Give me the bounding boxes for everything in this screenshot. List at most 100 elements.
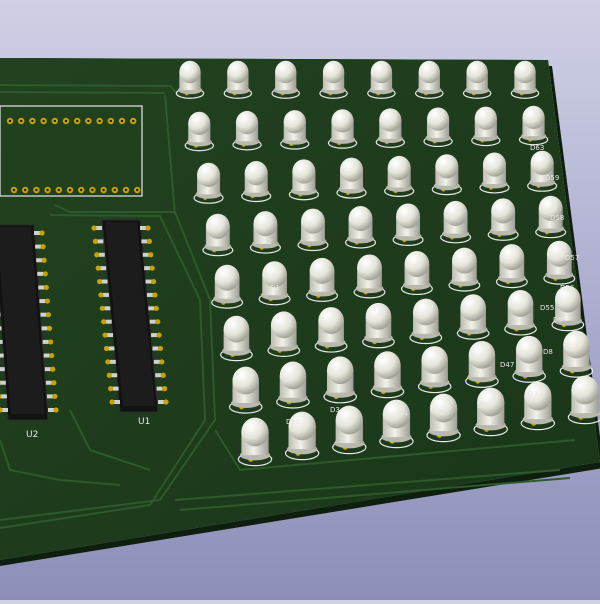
led[interactable] <box>410 299 442 344</box>
ic-pad <box>159 359 164 364</box>
led[interactable] <box>521 382 554 430</box>
led[interactable] <box>315 307 347 352</box>
ic-pin <box>97 239 103 243</box>
led[interactable] <box>238 418 271 466</box>
led[interactable] <box>560 331 592 377</box>
led[interactable] <box>221 316 253 361</box>
pad-hole <box>102 189 104 191</box>
ic-pin <box>147 293 153 297</box>
ic-pin <box>44 354 50 358</box>
led[interactable] <box>324 356 356 402</box>
led-dome <box>475 107 497 130</box>
led-dome <box>241 418 268 447</box>
led-dome <box>366 303 392 330</box>
ic-pin <box>96 226 102 230</box>
led-dome <box>280 362 306 390</box>
ic-pad <box>102 332 107 337</box>
led[interactable] <box>363 303 395 348</box>
ic-pin <box>99 253 105 257</box>
ic-pin <box>114 400 120 404</box>
led[interactable] <box>418 346 450 392</box>
led-dome <box>271 311 297 338</box>
ic-pad <box>156 332 161 337</box>
ic-pad <box>108 386 113 391</box>
pad-hole <box>24 189 26 191</box>
led[interactable] <box>513 336 545 382</box>
ic-pin <box>1 394 7 398</box>
led-label: D5 <box>440 409 450 417</box>
led[interactable] <box>505 290 537 335</box>
led-dome <box>466 61 487 83</box>
led[interactable] <box>474 388 507 436</box>
ic-pin <box>43 340 49 344</box>
led[interactable] <box>457 294 489 339</box>
ic-pad <box>52 394 57 399</box>
ic-pin <box>111 373 117 377</box>
ic-pad <box>100 306 105 311</box>
led-label: D28 <box>286 418 300 426</box>
led[interactable] <box>277 362 309 408</box>
ic-pad <box>105 359 110 364</box>
ic-pad <box>152 292 157 297</box>
pcb-3d-viewport[interactable]: D2D1D3D4D5D6D7D8D9D28D47D55D56D57D58D59D… <box>0 0 600 600</box>
led-dome <box>396 203 420 228</box>
led-dome <box>349 206 373 231</box>
pad-hole <box>132 120 134 122</box>
ic-pin <box>106 320 112 324</box>
led-dome <box>232 367 258 395</box>
led[interactable] <box>380 400 413 448</box>
led-dome <box>444 201 468 226</box>
ic-pad <box>163 399 168 404</box>
ic-pin <box>155 373 161 377</box>
ic-pad <box>49 353 54 358</box>
led-dome <box>188 112 210 135</box>
led-label: D63 <box>530 144 544 152</box>
led-label: D7 <box>528 390 538 398</box>
ic-pin <box>42 326 48 330</box>
led-dome <box>323 61 344 83</box>
led-dome <box>427 108 449 131</box>
pad-hole <box>136 189 138 191</box>
pad-hole <box>76 120 78 122</box>
led[interactable] <box>268 311 300 356</box>
ic-pad <box>53 407 58 412</box>
led[interactable] <box>229 367 261 413</box>
ic-pad <box>158 346 163 351</box>
pad-hole <box>114 189 116 191</box>
ic-pin <box>0 354 4 358</box>
led[interactable] <box>371 351 403 397</box>
led-dome <box>469 341 495 369</box>
led-dome <box>435 154 458 178</box>
led-label: D9 <box>553 316 563 324</box>
ic-pad <box>43 271 48 276</box>
ic-pin <box>38 285 44 289</box>
ic-pad <box>147 239 152 244</box>
ic-pin <box>48 408 54 412</box>
ic-pad <box>96 266 101 271</box>
ic-pin <box>34 231 40 235</box>
ic-pad <box>150 266 155 271</box>
led-label: D47 <box>500 361 514 369</box>
ic-pin <box>45 367 51 371</box>
led-dome <box>371 61 392 83</box>
ic-pin <box>110 360 116 364</box>
led-dome <box>327 356 353 384</box>
ic-pad <box>46 312 51 317</box>
ic-pin <box>113 387 119 391</box>
led-dome <box>531 151 554 175</box>
pad-hole <box>91 189 93 191</box>
ic-pin <box>141 239 147 243</box>
led-dome <box>514 61 535 83</box>
ic-pin <box>108 346 114 350</box>
pad-hole <box>110 120 112 122</box>
led[interactable] <box>427 394 460 442</box>
led[interactable] <box>466 341 498 387</box>
led-dome <box>227 61 248 83</box>
pad-hole <box>69 189 71 191</box>
ic-pin <box>104 306 110 310</box>
ic-pad <box>39 230 44 235</box>
led-dome <box>206 214 230 239</box>
ic-pin <box>0 340 3 344</box>
led-dome <box>301 209 325 234</box>
ic-pad <box>48 339 53 344</box>
